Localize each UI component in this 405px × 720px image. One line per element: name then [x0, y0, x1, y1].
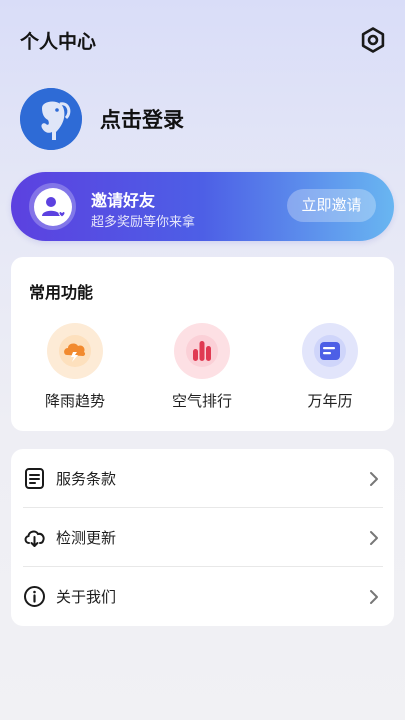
invite-title: 邀请好友 [91, 191, 156, 210]
gear-icon [361, 27, 385, 53]
invite-subtitle: 超多奖励等你来拿 [91, 215, 196, 230]
func-air-ranking[interactable]: 空气排行 [147, 323, 257, 413]
elephant-avatar-icon [20, 88, 82, 150]
chevron-right-icon [370, 531, 378, 545]
func-label: 空气排行 [171, 392, 232, 410]
calendar-icon [302, 323, 358, 379]
cloud-download-icon [24, 530, 45, 547]
chevron-right-icon [370, 590, 378, 604]
chevron-right-icon [370, 472, 378, 486]
invite-friends-banner[interactable]: 邀请好友 超多奖励等你来拿 立即邀请 [11, 172, 394, 241]
login-profile[interactable]: 点击登录 [20, 88, 320, 150]
info-icon [24, 586, 45, 607]
settings-menu-card: 服务条款 检测更新 关于我们 [11, 449, 394, 626]
menu-item-about-us[interactable]: 关于我们 [11, 567, 394, 626]
common-functions-card: 常用功能 降雨趋势 空气排行 万年历 [11, 257, 394, 431]
func-label: 降雨趋势 [44, 392, 105, 410]
page-title: 个人中心 [20, 31, 97, 53]
menu-item-label: 服务条款 [56, 470, 117, 488]
cloud-lightning-icon [47, 323, 103, 379]
user-heart-icon [29, 183, 76, 230]
menu-item-terms[interactable]: 服务条款 [11, 449, 394, 508]
document-icon [25, 468, 44, 489]
menu-item-check-update[interactable]: 检测更新 [11, 508, 394, 567]
func-calendar[interactable]: 万年历 [275, 323, 385, 413]
func-rain-trend[interactable]: 降雨趋势 [20, 323, 130, 413]
invite-now-button[interactable]: 立即邀请 [287, 189, 376, 222]
header: 个人中心 [0, 0, 405, 80]
settings-button[interactable] [357, 24, 389, 56]
section-title: 常用功能 [29, 283, 94, 302]
menu-item-label: 关于我们 [56, 588, 117, 606]
bar-chart-icon [174, 323, 230, 379]
menu-item-label: 检测更新 [56, 529, 117, 547]
avatar[interactable] [20, 88, 82, 150]
login-label[interactable]: 点击登录 [100, 104, 184, 134]
func-label: 万年历 [307, 392, 353, 410]
